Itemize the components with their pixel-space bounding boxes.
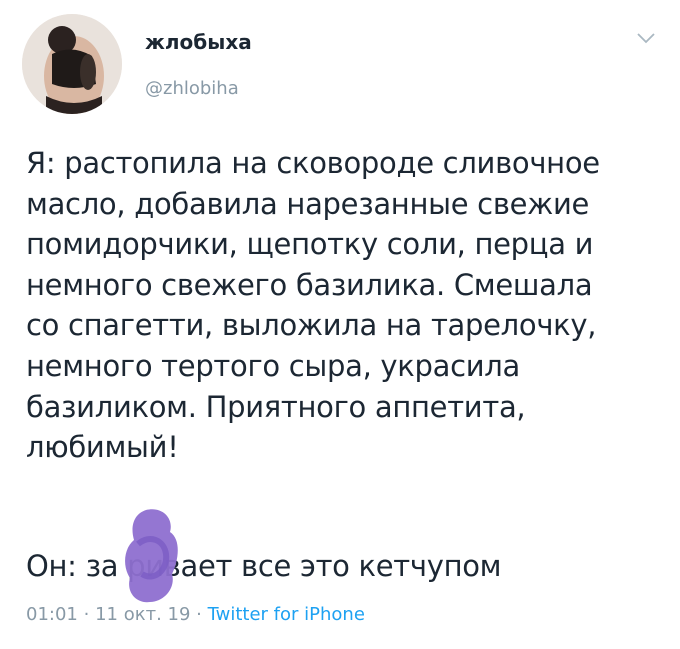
tweet-line: немного тертого сыра, украсила <box>26 348 520 383</box>
tweet-line: любимый! <box>26 430 179 465</box>
tweet-line: со спагетти, выложила на тарелочку, <box>26 308 597 343</box>
tweet-time[interactable]: 01:01 <box>26 604 78 625</box>
tweet-card: жлобыха @zhlobiha Я: растопила на сковор… <box>0 0 680 649</box>
display-name[interactable]: жлобыха <box>145 32 252 52</box>
avatar[interactable] <box>22 14 122 114</box>
tweet-line: помидорчики, щепотку соли, перца и <box>26 227 594 262</box>
tweet-reply-line: Он: за ривает все это кетчупом <box>26 549 502 583</box>
tweet-line: немного свежего базилика. Смешала <box>26 267 593 302</box>
chevron-down-icon[interactable] <box>636 30 656 44</box>
tweet-line: Я: растопила на сковороде сливочное <box>26 146 600 180</box>
user-handle[interactable]: @zhlobiha <box>145 80 239 98</box>
tweet-date[interactable]: 11 окт. 19 <box>95 604 190 625</box>
tweet-line: масло, добавила нарезанные свежие <box>26 186 590 221</box>
tweet-meta: 01:01 · 11 окт. 19 · Twitter for iPhone <box>26 603 365 627</box>
tweet-text: Я: растопила на сковороде сливочное масл… <box>26 143 666 468</box>
tweet-source-link[interactable]: Twitter for iPhone <box>208 604 365 625</box>
meta-separator: · <box>83 604 90 625</box>
meta-separator: · <box>196 604 202 625</box>
tweet-line: базиликом. Приятного аппетита, <box>26 389 526 424</box>
redaction-scribble <box>116 504 188 608</box>
avatar-image <box>22 14 122 114</box>
